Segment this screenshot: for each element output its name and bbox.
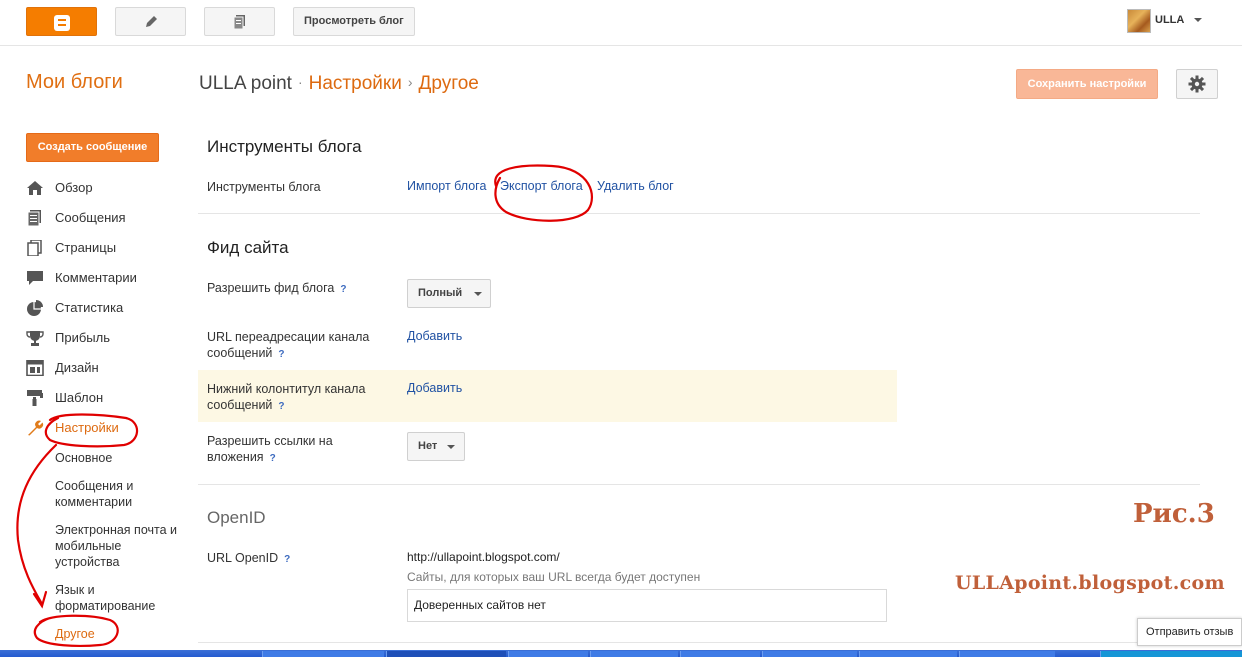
enclosure-value: Нет [418,440,438,452]
openid-url-value: http://ullapoint.blogspot.com/ [407,550,560,564]
my-blogs-link[interactable]: Мои блоги [26,71,123,94]
sidebar-subitem-basic[interactable]: Основное [55,450,185,466]
taskbar-button[interactable] [762,651,857,657]
taskbar-button[interactable] [959,651,1055,657]
sidebar-item-label: Страницы [55,240,117,255]
documents-icon [233,15,245,30]
system-tray [1100,651,1242,657]
taskbar-button[interactable] [262,651,384,657]
chevron-down-icon [1194,18,1202,22]
taskbar-button[interactable] [680,651,760,657]
sidebar-item-label: Сообщения [55,210,126,225]
breadcrumb-separator: · [297,74,303,90]
new-post-button[interactable] [115,7,186,36]
arrow-line-mark [16,443,58,606]
blogger-logo-button[interactable] [26,7,97,36]
sidebar-item-label: Прибыль [55,330,110,345]
avatar [1127,9,1151,33]
help-icon[interactable]: ? [340,282,346,298]
openid-url-label: URL OpenID? [207,550,290,568]
breadcrumb-other: Другое [418,73,479,94]
arrow-head-mark [32,590,48,609]
trusted-sites-box: Доверенных сайтов нет [407,589,887,622]
help-icon[interactable]: ? [278,347,284,363]
allow-feed-select[interactable]: Полный [407,279,491,308]
watermark-text: ULLApoint.blogspot.com [955,572,1225,594]
sidebar-subitem-email-mobile[interactable]: Электронная почта и мобильные устройства [55,522,185,570]
help-icon[interactable]: ? [284,552,290,568]
view-blog-button[interactable]: Просмотреть блог [293,7,415,36]
redirect-text: URL переадресации канала сообщений [207,330,370,360]
figure-label: Рис.3 [1133,499,1215,529]
chevron-down-icon [447,445,455,449]
chevron-down-icon [474,292,482,296]
sidebar-item-label: Статистика [55,300,124,315]
help-icon[interactable]: ? [270,451,276,467]
wrench-icon [28,420,44,436]
export-blog-link[interactable]: Экспорт блога [500,179,583,193]
username: ULLA [1155,14,1185,26]
breadcrumb-separator: › [407,74,413,90]
posts-icon [27,210,41,226]
footer-text: Нижний колонтитул канала сообщений [207,382,366,412]
trophy-icon [26,331,44,346]
redirect-label: URL переадресации канала сообщений? [207,329,387,363]
taskbar-button[interactable] [590,651,678,657]
site-feed-title: Фид сайта [207,238,289,257]
redirect-add-link[interactable]: Добавить [407,329,462,343]
sidebar-item-label: Шаблон [55,390,104,405]
comment-icon [27,271,43,285]
stats-icon [27,300,43,316]
breadcrumb-settings[interactable]: Настройки [309,73,402,94]
sidebar-item-label: Настройки [55,420,119,435]
blog-tools-title: Инструменты блога [207,137,362,156]
enclosure-label: Разрешить ссылки на вложения? [207,433,367,467]
sidebar-subitem-other[interactable]: Другое [55,626,185,642]
send-feedback-button[interactable]: Отправить отзыв [1137,618,1242,646]
pencil-icon [145,16,157,27]
allow-feed-text: Разрешить фид блога [207,281,335,295]
breadcrumb: ULLA point · Настройки › Другое [199,73,479,95]
footer-add-link[interactable]: Добавить [407,381,462,395]
sidebar-item-label: Обзор [55,180,93,195]
top-bar: Просмотреть блог ULLA [0,0,1242,46]
openid-title: OpenID [207,508,266,527]
taskbar-button[interactable] [386,651,506,657]
breadcrumb-blog-name[interactable]: ULLA point [199,73,292,94]
posts-list-button[interactable] [204,7,275,36]
delete-blog-link[interactable]: Удалить блог [597,179,674,193]
allow-feed-label: Разрешить фид блога? [207,280,346,298]
save-settings-button[interactable]: Сохранить настройки [1016,69,1158,99]
windows-taskbar [0,650,1242,657]
create-post-button[interactable]: Создать сообщение [26,133,159,162]
sidebar-subitem-language[interactable]: Язык и форматирование [55,582,165,614]
sidebar-item-label: Комментарии [55,270,137,285]
section-divider [198,642,1200,643]
section-divider [198,484,1200,485]
home-icon [27,181,43,195]
openid-url-text: URL OpenID [207,551,279,565]
blogger-logo-icon [54,15,70,31]
sidebar-item-label: Дизайн [55,360,99,375]
taskbar-button[interactable] [859,651,957,657]
allow-feed-value: Полный [418,287,463,299]
openid-sites-text: Сайты, для которых ваш URL всегда будет … [407,570,701,584]
pages-icon [27,240,42,256]
layout-icon [26,360,44,376]
help-icon[interactable]: ? [278,399,284,415]
sidebar-subitem-posts-comments[interactable]: Сообщения и комментарии [55,478,155,510]
blog-tools-label: Инструменты блога [207,180,321,194]
import-blog-link[interactable]: Импорт блога [407,179,486,193]
gear-icon [1188,75,1206,93]
template-icon [27,390,43,406]
settings-gear-button[interactable] [1176,69,1218,99]
footer-label: Нижний колонтитул канала сообщений? [207,381,387,415]
taskbar-button[interactable] [508,651,588,657]
section-divider [198,213,1200,214]
enclosure-select[interactable]: Нет [407,432,465,461]
